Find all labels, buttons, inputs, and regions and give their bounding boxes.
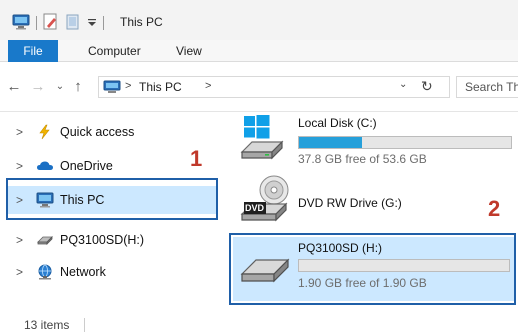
dvd-icon-label: DVD <box>245 203 265 213</box>
computer-icon[interactable] <box>12 14 30 33</box>
customize-dropdown-icon[interactable] <box>87 16 97 31</box>
star-lightning-icon <box>36 124 54 140</box>
toolbar-separator <box>103 16 104 30</box>
breadcrumb-chevron-icon[interactable]: > <box>125 80 131 92</box>
recent-locations-chevron-icon[interactable]: ⌄ <box>50 76 70 98</box>
properties-icon[interactable] <box>43 13 59 34</box>
title-bar: This PC <box>0 0 518 40</box>
drive-free-text: 37.8 GB free of 53.6 GB <box>298 152 427 166</box>
status-separator <box>84 318 85 332</box>
drive-name: DVD RW Drive (G:) <box>298 196 402 210</box>
ribbon-tabs: File Computer View <box>0 40 518 62</box>
window-title: This PC <box>120 15 163 29</box>
toolbar-separator <box>36 16 37 30</box>
expand-chevron-icon[interactable]: > <box>16 233 23 247</box>
quick-access-toolbar <box>12 13 104 34</box>
forward-arrow-icon[interactable]: → <box>28 76 48 98</box>
tab-computer[interactable]: Computer <box>88 40 141 62</box>
drive-tile-c[interactable]: Local Disk (C:) 37.8 GB free of 53.6 GB <box>236 112 516 168</box>
breadcrumb-this-pc[interactable]: This PC <box>139 80 182 94</box>
address-dropdown-icon[interactable]: ⌄ <box>399 79 407 90</box>
address-bar[interactable]: > This PC > ⌄ ↻ <box>98 76 450 98</box>
drive-tile-g[interactable]: DVD DVD RW Drive (G:) <box>236 172 516 228</box>
address-row: ← → ⌄ ↑ > This PC > ⌄ ↻ <box>0 62 518 112</box>
expand-chevron-icon[interactable]: > <box>16 265 23 279</box>
tab-file[interactable]: File <box>8 40 58 62</box>
cloud-icon <box>36 158 54 174</box>
breadcrumb-chevron-icon[interactable]: > <box>205 80 211 92</box>
computer-icon <box>103 80 121 98</box>
sidebar-item-label: PQ3100SD(H:) <box>60 233 145 247</box>
annotation-number-2: 2 <box>488 196 501 221</box>
sidebar-item-label: OneDrive <box>60 159 113 173</box>
drive-usage-fill <box>299 137 362 148</box>
status-bar: 13 items <box>0 312 518 336</box>
new-folder-icon[interactable] <box>65 13 81 34</box>
sidebar-item-quick-access[interactable]: > Quick access <box>0 118 222 146</box>
annotation-number-1: 1 <box>190 146 203 171</box>
sidebar-item-onedrive[interactable]: > OneDrive <box>0 152 222 180</box>
refresh-icon[interactable]: ↻ <box>421 78 433 95</box>
search-input[interactable] <box>457 77 518 97</box>
up-arrow-icon[interactable]: ↑ <box>68 76 88 98</box>
expand-chevron-icon[interactable]: > <box>16 125 23 139</box>
windows-drive-icon <box>238 112 290 167</box>
drive-name: Local Disk (C:) <box>298 116 377 130</box>
annotation-box-1 <box>6 178 218 220</box>
drive-usage-bar <box>298 136 512 149</box>
expand-chevron-icon[interactable]: > <box>16 159 23 173</box>
sidebar-item-pq3100sd[interactable]: > PQ3100SD(H:) <box>0 226 222 254</box>
search-box[interactable] <box>456 76 518 98</box>
sidebar-item-label: Network <box>60 265 106 279</box>
sidebar-item-label: Quick access <box>60 125 135 139</box>
sidebar-item-network[interactable]: > Network <box>0 258 222 286</box>
status-item-count: 13 items <box>24 318 70 332</box>
network-icon <box>36 264 54 280</box>
file-explorer-window: This PC File Computer View ← → ⌄ ↑ > Thi… <box>0 0 518 336</box>
tab-view[interactable]: View <box>176 40 202 62</box>
annotation-box-2 <box>229 233 516 305</box>
dvd-drive-icon <box>238 174 294 227</box>
back-arrow-icon[interactable]: ← <box>4 76 24 98</box>
removable-drive-icon <box>36 232 54 248</box>
